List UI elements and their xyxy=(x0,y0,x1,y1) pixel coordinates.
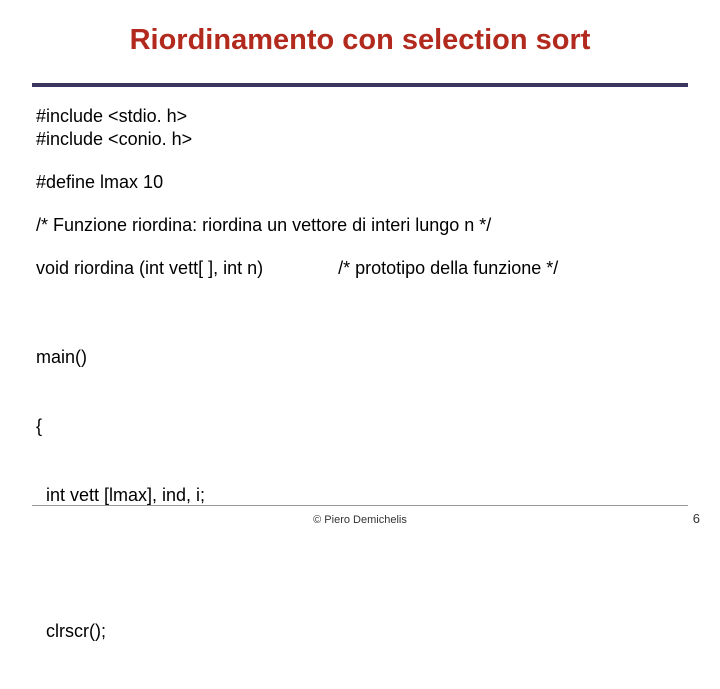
code-line: main() xyxy=(36,346,684,369)
title-divider xyxy=(32,83,688,87)
code-define: #define lmax 10 xyxy=(36,171,684,194)
prototype-comment: /* prototipo della funzione */ xyxy=(338,258,558,278)
code-line: int vett [lmax], ind, i; xyxy=(36,484,684,507)
code-comment-function: /* Funzione riordina: riordina un vettor… xyxy=(36,214,684,237)
code-line: clrscr(); xyxy=(36,620,684,643)
code-includes: #include <stdio. h> #include <conio. h> xyxy=(36,105,684,151)
code-line: { xyxy=(36,415,684,438)
code-prototype: void riordina (int vett[ ], int n) /* pr… xyxy=(36,257,684,280)
code-clrscr: clrscr(); xyxy=(36,574,684,689)
footer-divider xyxy=(32,505,688,506)
code-line: #include <stdio. h> xyxy=(36,105,684,128)
page-number: 6 xyxy=(693,511,700,526)
slide-body: #include <stdio. h> #include <conio. h> … xyxy=(36,105,684,689)
slide-title: Riordinamento con selection sort xyxy=(36,24,684,65)
code-line: #include <conio. h> xyxy=(36,128,684,151)
code-line: #define lmax 10 xyxy=(36,171,684,194)
prototype-signature: void riordina (int vett[ ], int n) xyxy=(36,258,263,278)
code-line: /* Funzione riordina: riordina un vettor… xyxy=(36,214,684,237)
copyright-text: © Piero Demichelis xyxy=(0,514,720,526)
